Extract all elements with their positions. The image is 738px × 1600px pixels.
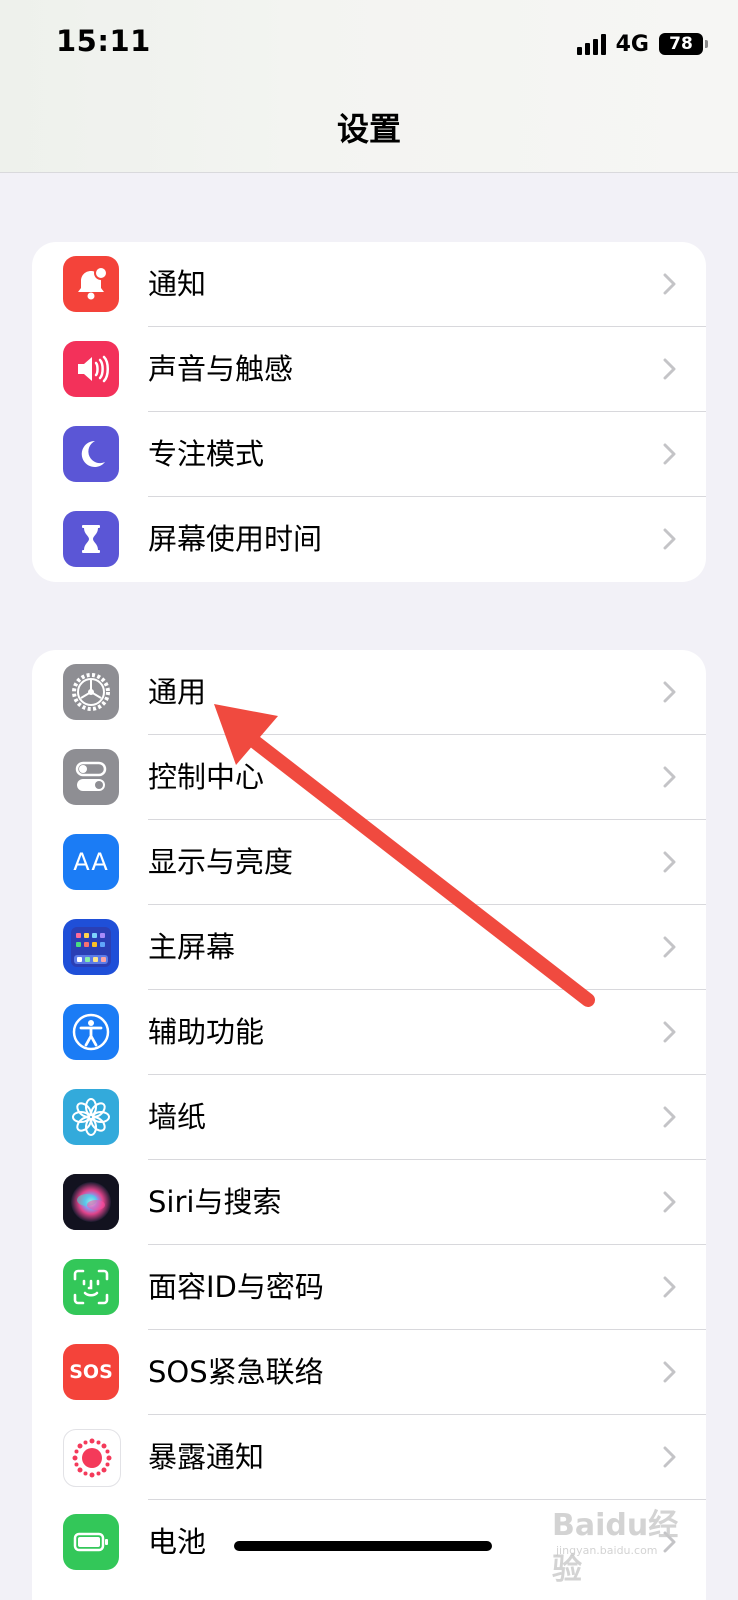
face-id-icon xyxy=(63,1259,119,1315)
row-label: 主屏幕 xyxy=(148,930,236,964)
battery-indicator: 78 xyxy=(659,33,708,55)
settings-screen: 15:11 4G 78 设置 通知 声音与触感 专注模式 屏幕使用时间 通用 控… xyxy=(0,0,738,1600)
row-label: 控制中心 xyxy=(148,760,265,794)
home-screen-icon xyxy=(63,919,119,975)
exposure-notification-icon xyxy=(63,1429,121,1487)
siri-icon xyxy=(63,1174,119,1230)
settings-row-notifications[interactable]: 通知 xyxy=(32,242,706,327)
chevron-right-icon xyxy=(663,358,676,380)
chevron-right-icon xyxy=(663,1021,676,1043)
focus-moon-icon xyxy=(63,426,119,482)
settings-row-wallpaper[interactable]: 墙纸 xyxy=(32,1075,706,1160)
cellular-signal-icon xyxy=(576,33,606,55)
settings-row-control-center[interactable]: 控制中心 xyxy=(32,735,706,820)
row-label: 面容ID与密码 xyxy=(148,1270,324,1304)
settings-row-general[interactable]: 通用 xyxy=(32,650,706,735)
watermark: Baidu经验 jingyan.baidu.com xyxy=(552,1500,702,1587)
settings-row-exposure[interactable]: 暴露通知 xyxy=(32,1415,706,1500)
sos-icon: SOS xyxy=(63,1344,119,1400)
network-type: 4G xyxy=(615,31,649,57)
row-label: 屏幕使用时间 xyxy=(148,522,323,556)
chevron-right-icon xyxy=(663,443,676,465)
chevron-right-icon xyxy=(663,1106,676,1128)
row-label: Siri与搜索 xyxy=(148,1185,282,1219)
chevron-right-icon xyxy=(663,851,676,873)
display-brightness-icon: AA xyxy=(63,834,119,890)
battery-cap xyxy=(705,40,708,48)
page-title: 设置 xyxy=(336,110,401,148)
battery-icon xyxy=(63,1514,119,1570)
settings-row-sos[interactable]: SOS SOS紧急联络 xyxy=(32,1330,706,1415)
accessibility-icon xyxy=(63,1004,119,1060)
general-gear-icon xyxy=(63,664,119,720)
settings-row-home-screen[interactable]: 主屏幕 xyxy=(32,905,706,990)
row-label: 显示与亮度 xyxy=(148,845,294,879)
settings-row-face-id[interactable]: 面容ID与密码 xyxy=(32,1245,706,1330)
row-label: 辅助功能 xyxy=(148,1015,265,1049)
sounds-icon xyxy=(63,341,119,397)
row-label: 墙纸 xyxy=(148,1100,207,1134)
row-label: 专注模式 xyxy=(148,437,265,471)
settings-row-sounds[interactable]: 声音与触感 xyxy=(32,327,706,412)
watermark-subtext: jingyan.baidu.com xyxy=(556,1544,658,1557)
notifications-icon xyxy=(63,256,119,312)
settings-row-screen-time[interactable]: 屏幕使用时间 xyxy=(32,497,706,582)
row-label: SOS紧急联络 xyxy=(148,1355,324,1389)
home-indicator[interactable] xyxy=(234,1541,492,1551)
status-indicators: 4G 78 xyxy=(576,30,708,58)
settings-row-siri[interactable]: Siri与搜索 xyxy=(32,1160,706,1245)
chevron-right-icon xyxy=(663,1446,676,1468)
battery-level: 78 xyxy=(659,33,703,55)
sos-icon-text: SOS xyxy=(69,1361,113,1383)
row-label: 暴露通知 xyxy=(148,1440,265,1474)
chevron-right-icon xyxy=(663,1191,676,1213)
chevron-right-icon xyxy=(663,766,676,788)
settings-group-2: 通用 控制中心 AA 显示与亮度 主屏幕 辅助功能 墙纸 Siri与搜索 面容I… xyxy=(32,650,706,1600)
chevron-right-icon xyxy=(663,936,676,958)
chevron-right-icon xyxy=(663,273,676,295)
screen-time-hourglass-icon xyxy=(63,511,119,567)
settings-row-focus[interactable]: 专注模式 xyxy=(32,412,706,497)
chevron-right-icon xyxy=(663,1276,676,1298)
control-center-icon xyxy=(63,749,119,805)
row-label: 电池 xyxy=(148,1525,207,1559)
chevron-right-icon xyxy=(663,528,676,550)
row-label: 声音与触感 xyxy=(148,352,294,386)
navigation-header: 15:11 4G 78 设置 xyxy=(0,0,738,173)
settings-row-display[interactable]: AA 显示与亮度 xyxy=(32,820,706,905)
wallpaper-flower-icon xyxy=(63,1089,119,1145)
status-time: 15:11 xyxy=(56,24,151,58)
settings-row-accessibility[interactable]: 辅助功能 xyxy=(32,990,706,1075)
display-icon-text: AA xyxy=(73,848,109,876)
chevron-right-icon xyxy=(663,1361,676,1383)
row-label: 通用 xyxy=(148,675,207,709)
row-label: 通知 xyxy=(148,267,207,301)
settings-group-1: 通知 声音与触感 专注模式 屏幕使用时间 xyxy=(32,242,706,582)
chevron-right-icon xyxy=(663,681,676,703)
